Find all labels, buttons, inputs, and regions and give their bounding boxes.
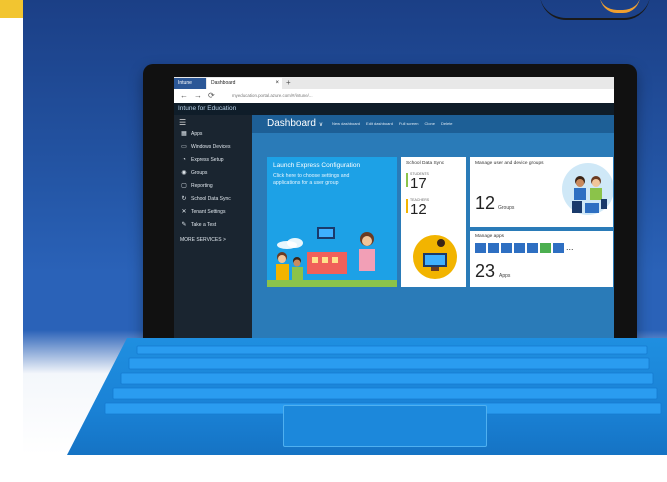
sidebar-item-school-data-sync[interactable]: ↻ School Data Sync	[174, 194, 252, 205]
app-icon	[553, 243, 564, 253]
sidebar-item-label: Apps	[191, 131, 203, 137]
more-apps-icon: ...	[566, 242, 574, 252]
sync-icon: ↻	[181, 196, 187, 202]
apps-label: Apps	[499, 273, 511, 279]
school-sync-illustration	[413, 235, 457, 279]
tablet: Intune Dashboard × + ← → ⟳ myeducation.p…	[143, 64, 637, 364]
close-icon[interactable]: ×	[275, 78, 279, 89]
sidebar-item-label: Windows Devices	[191, 144, 231, 150]
dashboard-command-bar: Dashboard ∨ New dashboard Edit dashboard…	[252, 115, 614, 133]
sidebar-item-groups[interactable]: ◉ Groups	[174, 168, 252, 179]
groups-illustration	[562, 163, 613, 215]
device-icon: ▭	[181, 144, 187, 150]
sidebar-item-windows-devices[interactable]: ▭ Windows Devices	[174, 142, 252, 153]
app-icon	[540, 243, 551, 253]
app-icon	[527, 243, 538, 253]
apps-icon: ▦	[181, 131, 187, 137]
delete-button[interactable]: Delete	[441, 120, 453, 128]
app-icon	[488, 243, 499, 253]
url-field[interactable]: myeducation.portal.azure.com/#/intune/..…	[232, 92, 592, 100]
chevron-down-icon: ∨	[318, 122, 324, 128]
apps-count: 23	[475, 261, 496, 281]
app-title: Intune for Education	[178, 105, 237, 112]
launch-express-config-tile[interactable]: Launch Express Configuration Click here …	[267, 157, 397, 287]
groups-icon: ◉	[181, 170, 187, 176]
pen-icon: ✎	[181, 222, 187, 228]
dashboard-main: Dashboard ∨ New dashboard Edit dashboard…	[252, 115, 614, 350]
browser-tab-intune[interactable]: Intune	[174, 78, 206, 89]
dashboard-title: Dashboard	[267, 118, 316, 129]
gold-corner-tab	[0, 0, 23, 18]
settings-icon: ✕	[181, 209, 187, 215]
sidebar-item-express-setup[interactable]: ◔ Express Setup	[174, 155, 252, 166]
sidebar: ☰ ▦ Apps ▭ Windows Devices ◔ Express Set…	[174, 115, 252, 350]
sidebar-item-tenant-settings[interactable]: ✕ Tenant Settings	[174, 207, 252, 218]
app-icon	[514, 243, 525, 253]
page-title[interactable]: Dashboard ∨	[267, 118, 323, 131]
sidebar-item-label: School Data Sync	[191, 196, 231, 202]
report-icon: ▢	[181, 183, 187, 189]
sidebar-item-reporting[interactable]: ▢ Reporting	[174, 181, 252, 192]
new-tab-button[interactable]: +	[286, 78, 291, 88]
sidebar-item-take-a-test[interactable]: ✎ Take a Test	[174, 220, 252, 231]
stage: Intune Dashboard × + ← → ⟳ myeducation.p…	[0, 0, 667, 482]
address-bar: ← → ⟳ myeducation.portal.azure.com/#/int…	[174, 89, 614, 104]
app-icon	[501, 243, 512, 253]
sidebar-item-apps[interactable]: ▦ Apps	[174, 129, 252, 140]
more-services-link[interactable]: MORE SERVICES >	[180, 235, 252, 246]
screen: Intune Dashboard × + ← → ⟳ myeducation.p…	[174, 77, 614, 350]
classroom-illustration	[267, 227, 397, 287]
manage-apps-tile[interactable]: Manage apps ... 23 Apps	[470, 231, 613, 287]
new-dashboard-button[interactable]: New dashboard	[332, 120, 360, 128]
browser-tab-dashboard[interactable]: Dashboard ×	[207, 78, 282, 89]
tile-title: Manage apps	[475, 234, 505, 239]
trackpad	[283, 405, 487, 447]
fullscreen-button[interactable]: Full screen	[399, 120, 419, 128]
school-data-sync-tile[interactable]: School Data Sync STUDENTS 17 TEACHERS 12	[401, 157, 466, 287]
dashboard-commands: New dashboard Edit dashboard Full screen…	[332, 120, 453, 128]
manage-groups-tile[interactable]: Manage user and device groups 12 Groups	[470, 157, 613, 227]
sidebar-item-label: Take a Test	[191, 222, 217, 228]
sidebar-item-label: Reporting	[191, 183, 213, 189]
tab-label: Dashboard	[211, 80, 236, 86]
forward-icon[interactable]: →	[194, 91, 202, 101]
sidebar-item-label: Express Setup	[191, 157, 224, 163]
app-icon	[475, 243, 486, 253]
edit-dashboard-button[interactable]: Edit dashboard	[366, 120, 393, 128]
express-setup-icon: ◔	[182, 157, 186, 163]
app-header: Intune for Education	[174, 103, 614, 115]
sidebar-item-label: Tenant Settings	[191, 209, 226, 215]
clone-button[interactable]: Clone	[425, 120, 435, 128]
tab-label: Intune	[178, 80, 192, 86]
browser-tab-bar: Intune Dashboard × +	[174, 77, 614, 89]
refresh-icon[interactable]: ⟳	[208, 91, 215, 101]
hamburger-menu-icon[interactable]: ☰	[179, 119, 186, 127]
back-icon[interactable]: ←	[180, 91, 188, 101]
sidebar-item-label: Groups	[191, 170, 208, 176]
